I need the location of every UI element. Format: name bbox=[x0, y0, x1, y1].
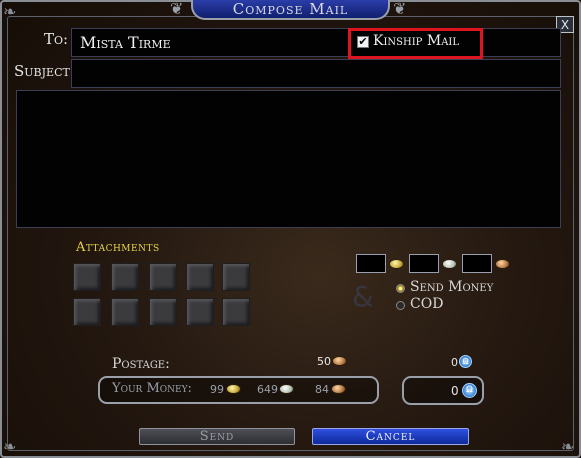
kinship-highlight-box bbox=[348, 28, 483, 59]
cod-label[interactable]: COD bbox=[410, 296, 443, 312]
title-ornament-left-icon: ❦ bbox=[170, 0, 184, 18]
send-button[interactable]: Send bbox=[139, 428, 295, 445]
send-money-label[interactable]: Send Money bbox=[410, 279, 493, 295]
cancel-button[interactable]: Cancel bbox=[312, 428, 469, 445]
to-field[interactable]: Mista Tirme bbox=[71, 28, 561, 57]
attachment-slot[interactable] bbox=[186, 263, 214, 291]
your-money-label: Your Money: bbox=[112, 381, 192, 396]
copper-coin-icon bbox=[331, 384, 346, 394]
attachment-slot[interactable] bbox=[222, 263, 250, 291]
attachments-label: Attachments bbox=[76, 240, 160, 255]
points-amount-value: 0 bbox=[451, 384, 459, 398]
points-icon: Ω bbox=[459, 355, 472, 368]
title-ornament-right-icon: ❦ bbox=[393, 0, 407, 18]
message-body-field[interactable] bbox=[16, 90, 561, 228]
silver-amount-input[interactable] bbox=[409, 254, 439, 273]
points-icon: Ω bbox=[462, 383, 477, 398]
silver-coin-icon bbox=[279, 384, 294, 394]
gold-amount-input[interactable] bbox=[356, 254, 386, 273]
subject-field[interactable] bbox=[71, 59, 561, 88]
postage-label: Postage: bbox=[112, 356, 170, 372]
attachment-slot[interactable] bbox=[222, 298, 250, 326]
send-money-radio[interactable] bbox=[396, 284, 405, 293]
corner-ornament-icon: ❧ bbox=[3, 2, 17, 21]
to-field-value: Mista Tirme bbox=[80, 33, 171, 52]
your-money-silver: 649 bbox=[257, 383, 278, 396]
corner-ornament-icon: ❧ bbox=[561, 437, 575, 456]
your-money-gold: 99 bbox=[210, 383, 224, 396]
copper-coin-icon bbox=[495, 259, 510, 269]
corner-ornament-icon: ❧ bbox=[3, 437, 17, 456]
attachment-slot[interactable] bbox=[73, 263, 101, 291]
attachment-slot[interactable] bbox=[111, 263, 139, 291]
window-title: Compose Mail bbox=[191, 0, 390, 20]
attachment-slot[interactable] bbox=[111, 298, 139, 326]
copper-coin-icon bbox=[332, 356, 347, 366]
to-label: To: bbox=[44, 30, 69, 48]
gold-coin-icon bbox=[389, 259, 404, 269]
copper-amount-input[interactable] bbox=[462, 254, 492, 273]
your-money-copper: 84 bbox=[315, 383, 329, 396]
postage-points-value: 0 bbox=[451, 356, 458, 369]
attachment-slot[interactable] bbox=[149, 298, 177, 326]
attachment-slot[interactable] bbox=[149, 263, 177, 291]
gold-coin-icon bbox=[226, 384, 241, 394]
subject-label: Subject: bbox=[14, 62, 75, 80]
silver-coin-icon bbox=[442, 259, 457, 269]
postage-copper-value: 50 bbox=[317, 355, 331, 368]
attachment-slot[interactable] bbox=[73, 298, 101, 326]
attachment-slot[interactable] bbox=[186, 298, 214, 326]
cod-radio[interactable] bbox=[396, 301, 405, 310]
